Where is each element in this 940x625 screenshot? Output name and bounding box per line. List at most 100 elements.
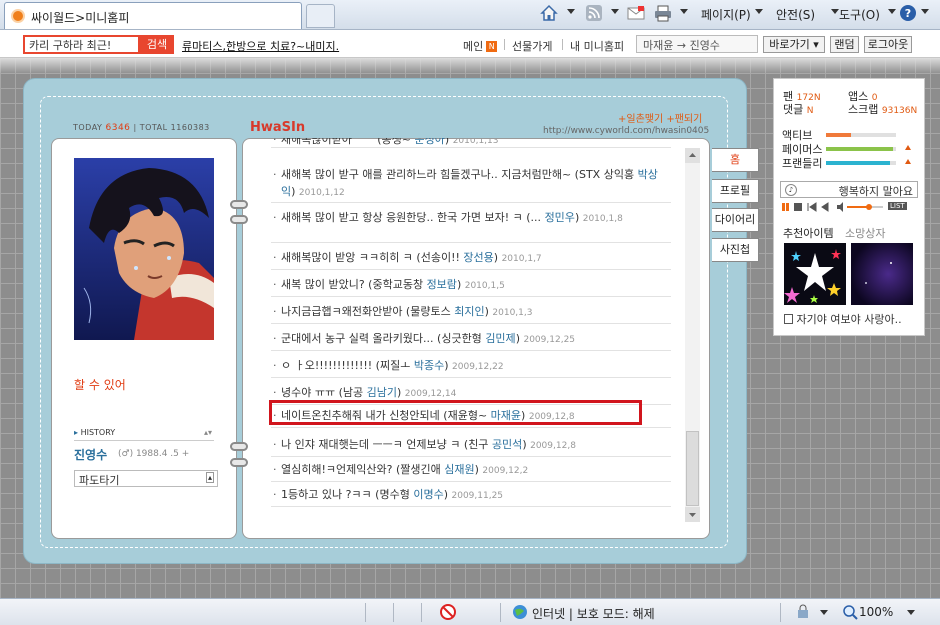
- guestbook-entry[interactable]: 군대에서 농구 실력 올라키웠다... (싱긋한형 김민제) 2009,12,2…: [271, 327, 671, 351]
- today-count: 6346: [105, 123, 131, 133]
- owner-name[interactable]: 진영수: [74, 446, 107, 463]
- entry-message: 열심히해!ㅋ언제익산와? (짤생긴애: [281, 463, 441, 476]
- guestbook-entry[interactable]: ㅇ ㅏ오!!!!!!!!!!!!! (찌질ㅗ 박종수) 2009,12,22: [271, 354, 671, 378]
- profile-photo: [74, 158, 214, 340]
- stat-friendly-fill: [826, 161, 891, 165]
- stat-friendly-label: 프랜들리: [782, 157, 823, 170]
- bgm-title[interactable]: ♪ 행복하지 말아요: [780, 181, 918, 198]
- stat-active-gauge: [826, 133, 896, 137]
- status-divider: [365, 603, 366, 622]
- nav-main[interactable]: 메인 N: [463, 38, 498, 54]
- entry-author[interactable]: 최지인: [454, 305, 484, 318]
- rss-feed-icon[interactable]: [585, 4, 603, 22]
- item-caption[interactable]: 자기야 여보야 사랑아..: [784, 311, 902, 327]
- scrap-count[interactable]: 스크랩 93136N: [848, 101, 917, 117]
- home-dropdown-icon[interactable]: [567, 9, 575, 14]
- entry-author[interactable]: 심재원: [444, 463, 474, 476]
- recommended-item-image[interactable]: [784, 243, 846, 305]
- new-marker: N: [910, 106, 918, 116]
- goto-button[interactable]: 바로가기 ▾: [763, 36, 825, 53]
- new-badge: N: [486, 41, 498, 52]
- help-dropdown-icon[interactable]: [921, 9, 929, 14]
- random-button[interactable]: 랜덤: [830, 36, 859, 53]
- entry-author[interactable]: 김민제: [485, 332, 515, 345]
- entry-author[interactable]: 김남기: [367, 386, 397, 399]
- entry-author[interactable]: 박종수: [414, 359, 444, 372]
- entry-date: 2010,1,13: [452, 138, 499, 146]
- feed-dropdown-icon[interactable]: [611, 9, 619, 14]
- zoom-icon[interactable]: [842, 604, 858, 620]
- wish-item-image[interactable]: [851, 243, 913, 305]
- safety-menu[interactable]: 안전(S): [776, 6, 815, 23]
- zoom-dropdown-icon[interactable]: [907, 610, 915, 615]
- guestbook-entry[interactable]: 열심히해!ㅋ언제익산와? (짤생긴애 심재원) 2009,12,2: [271, 458, 671, 482]
- wave-ride-label: 파도타기: [79, 474, 120, 487]
- zoom-level[interactable]: 100%: [859, 605, 893, 619]
- page-menu[interactable]: 페이지(P): [701, 6, 751, 23]
- guestbook-scrollbar[interactable]: [685, 148, 700, 522]
- scroll-up-button[interactable]: [685, 148, 700, 163]
- guestbook-entry[interactable]: 나 인쟈 재대햇는데 ㅡㅡㅋ 언제보냥 ㅋ (친구 공민석) 2009,12,8: [271, 433, 671, 457]
- entry-author[interactable]: 공민석: [492, 438, 522, 451]
- nav-my-minihome[interactable]: 내 미니홈피: [570, 38, 624, 54]
- mail-icon[interactable]: [627, 4, 645, 22]
- history-toggle-icon[interactable]: ▴▾: [204, 428, 212, 437]
- search-button[interactable]: 검색: [140, 35, 174, 54]
- tab-photo-album[interactable]: 사진첩: [712, 238, 759, 262]
- popup-blocked-icon[interactable]: [440, 604, 456, 620]
- print-icon[interactable]: [654, 4, 672, 22]
- home-icon[interactable]: [540, 4, 558, 22]
- entry-date: 2010,1,3: [492, 308, 533, 318]
- guestbook-entry[interactable]: 새해복많이받아 ^^ (동생~ 운성아) 2010,1,13: [271, 138, 671, 148]
- recommended-items-tab[interactable]: 추천아이템: [783, 225, 834, 241]
- guestbook-entry[interactable]: 새해복많이 받앙 ㅋㅋ히히 ㅋ (선송이!! 장선용) 2010,1,7: [271, 246, 671, 270]
- tools-menu[interactable]: 도구(O): [839, 6, 880, 23]
- befriend-links[interactable]: +일촌맺기 +팬되기: [618, 110, 702, 125]
- protected-mode-dropdown-icon[interactable]: [820, 610, 828, 615]
- help-icon[interactable]: ?: [899, 4, 917, 22]
- entry-author[interactable]: 장선용: [463, 251, 493, 264]
- protected-mode-icon[interactable]: [796, 604, 812, 620]
- guestbook-entry[interactable]: 새복 많이 받았니? (중학교동창 정보람) 2010,1,5: [271, 273, 671, 297]
- ad-link[interactable]: 류마티스,한방으로 치료?~내미지.: [182, 38, 339, 54]
- guestbook-entry[interactable]: 나지금급햅ㅋ왜전화안받아 (물량토스 최지인) 2010,1,3: [271, 300, 671, 324]
- friend-select[interactable]: 마재윤 → 진영수: [636, 35, 758, 53]
- guestbook-entry[interactable]: 1등하고 있나 ?ㅋㅋ (명수형 이명수) 2009,11,25: [271, 483, 671, 507]
- item-caption-text: 자기야 여보야 사랑아..: [796, 313, 902, 326]
- wish-box-tab[interactable]: 소망상자: [845, 225, 885, 241]
- volume-icon: [837, 202, 843, 212]
- tab-profile[interactable]: 프로필: [712, 179, 759, 203]
- minihome-url[interactable]: http://www.cyworld.com/hwasin0405: [543, 126, 709, 136]
- entry-close-paren: ): [456, 278, 465, 291]
- new-tab-button[interactable]: [306, 4, 335, 28]
- guestbook-entry[interactable]: 새해복 많이 받구 애를 관리하느라 힘들겠구나.. 지금처럼만해~ (STX …: [271, 163, 671, 203]
- entry-author[interactable]: 운성아: [415, 138, 445, 146]
- search-input[interactable]: [23, 35, 140, 54]
- entry-close-paren: ): [291, 185, 299, 198]
- print-dropdown-icon[interactable]: [680, 9, 688, 14]
- logout-button[interactable]: 로그아웃: [864, 36, 912, 53]
- entry-author[interactable]: 이명수: [413, 488, 443, 501]
- scroll-down-button[interactable]: [685, 507, 700, 522]
- entry-date: 2009,12,22: [452, 362, 504, 372]
- nav-gift-shop[interactable]: 선물가게: [512, 38, 552, 54]
- playlist-button[interactable]: LIST: [888, 202, 907, 210]
- svg-text:?: ?: [905, 7, 911, 20]
- scroll-thumb[interactable]: [686, 431, 699, 506]
- guestbook-entry[interactable]: 새해복 많이 받고 항상 응원한당.. 한국 가면 보자! ㅋ (... 정민우…: [271, 206, 671, 243]
- wave-ride-select[interactable]: 파도타기 ▴: [74, 470, 218, 487]
- entry-close-paren: ): [443, 488, 452, 501]
- scrap-value: 93136: [881, 106, 911, 116]
- history-label: HISTORY: [80, 428, 116, 437]
- entry-close-paren: ): [444, 359, 453, 372]
- comment-count[interactable]: 댓글 N: [783, 101, 813, 117]
- entry-author[interactable]: 정민우: [545, 211, 575, 224]
- entry-date: 2010,1,7: [501, 254, 542, 264]
- highlight-box: [269, 400, 642, 425]
- binder-ring: [230, 200, 248, 209]
- browser-tab[interactable]: 싸이월드>미니홈피: [4, 2, 302, 29]
- nav-main-label: 메인: [463, 40, 484, 53]
- tab-home[interactable]: 홈: [712, 148, 759, 172]
- entry-author[interactable]: 정보람: [427, 278, 457, 291]
- tab-diary[interactable]: 다이어리: [712, 208, 759, 232]
